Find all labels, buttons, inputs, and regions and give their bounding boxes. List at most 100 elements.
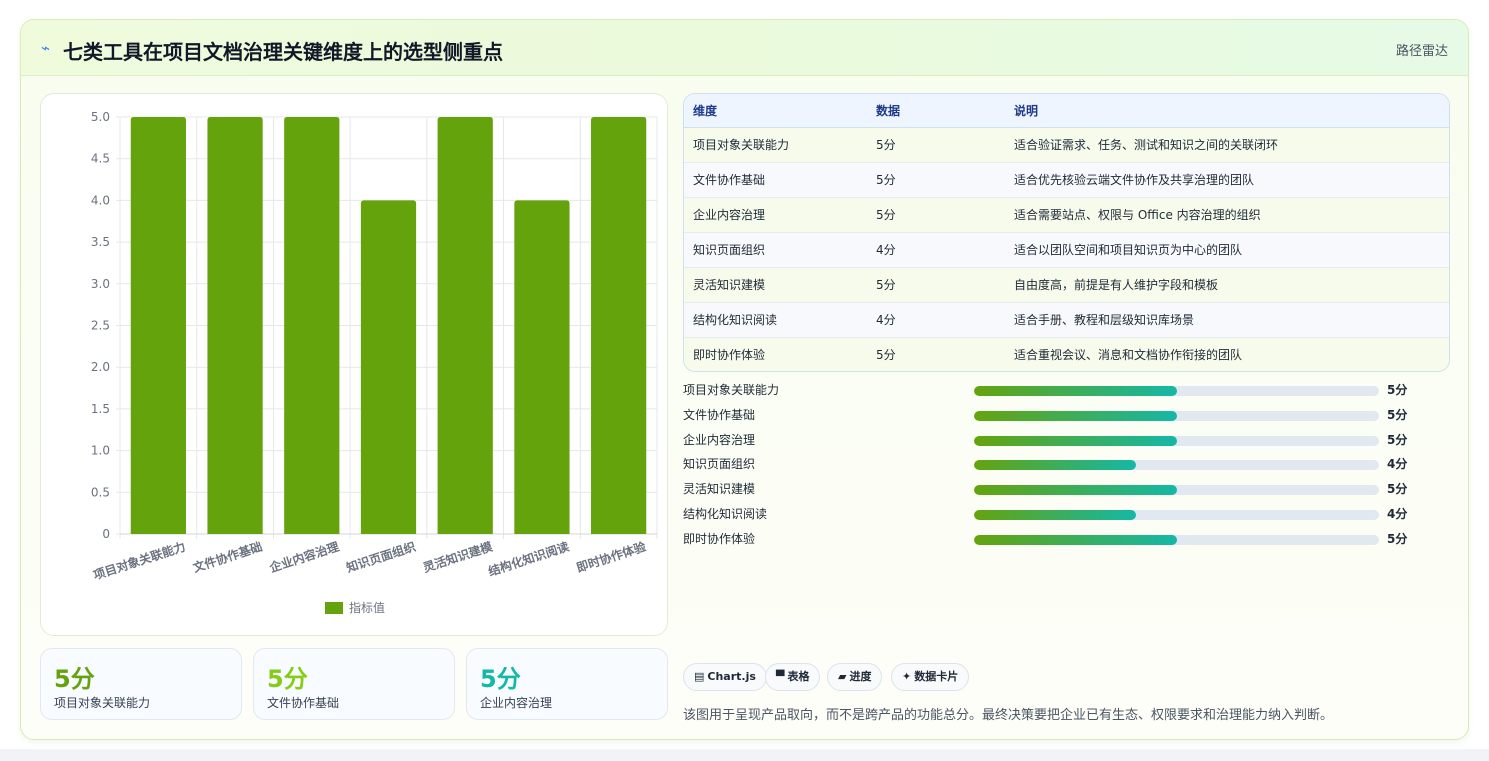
progress-fill (974, 534, 1177, 545)
data-table: 维度 数据 说明 项目对象关联能力 5分 适合验证需求、任务、测试和知识之间的关… (683, 93, 1450, 372)
tag-label: 数据卡片 (914, 670, 959, 683)
stat-card-3: 5分 企业内容治理 (466, 648, 668, 720)
sparkle-icon: ✦ (902, 670, 912, 683)
y-tick-label: 0.5 (91, 485, 110, 499)
progress-track (974, 435, 1379, 446)
card-header: ⌁ 七类工具在项目文档治理关键维度上的选型侧重点 路径雷达 (21, 20, 1468, 76)
progress-list: 项目对象关联能力 5分 文件协作基础 5分 企业内容治理 5分 知识页面组织 4… (683, 382, 1450, 556)
table-icon: ▀ (776, 670, 785, 683)
stat-value: 5分 (54, 665, 95, 693)
table-cell: 5分 (876, 348, 896, 363)
tag-data-card[interactable]: ✦ 数据卡片 (891, 663, 970, 691)
table-cell: 结构化知识阅读 (693, 313, 778, 327)
table-cell: 适合验证需求、任务、测试和知识之间的关联闭环 (1014, 138, 1279, 152)
progress-track (974, 460, 1379, 471)
bar (207, 117, 263, 534)
progress-row: 结构化知识阅读 4分 (683, 506, 1450, 531)
table-row: 企业内容治理 5分 适合需要站点、权限与 Office 内容治理的组织 (684, 197, 1449, 232)
table-cell: 5分 (876, 278, 896, 292)
bar (130, 117, 186, 534)
y-tick-label: 3.0 (91, 277, 110, 291)
footnote: 该图用于呈现产品取向，而不是跨产品的功能总分。最终决策要把企业已有生态、权限要求… (683, 708, 1334, 723)
bar (591, 117, 647, 534)
x-tick-label: 知识页面组织 (343, 539, 417, 576)
stat-label: 文件协作基础 (267, 696, 340, 710)
progress-value: 5分 (1387, 432, 1408, 447)
table-cell: 适合重视会议、消息和文档协作衔接的团队 (1014, 348, 1243, 363)
bar-chart: 0 0.5 1.0 1.5 2.0 2.5 3.0 3.5 4.0 4.5 5.0 项目对象关联能力文… (91, 110, 658, 615)
table-cell: 适合手册、教程和层级知识库场景 (1014, 313, 1195, 327)
table-row: 即时协作体验 5分 适合重视会议、消息和文档协作衔接的团队 (684, 337, 1449, 371)
column-header-description: 说明 (1005, 94, 1449, 128)
progress-label: 企业内容治理 (683, 432, 756, 447)
header-tag: 路径雷达 (1395, 44, 1448, 59)
tag-progress[interactable]: ▰ 进度 (827, 663, 883, 691)
stat-value: 5分 (480, 665, 521, 693)
y-tick-label: 0 (102, 527, 110, 541)
table-cell: 适合以团队空间和项目知识页为中心的团队 (1014, 243, 1243, 257)
table-row: 知识页面组织 4分 适合以团队空间和项目知识页为中心的团队 (684, 232, 1449, 267)
legend-swatch (325, 602, 343, 614)
progress-row: 企业内容治理 5分 (683, 432, 1450, 457)
progress-row: 文件协作基础 5分 (683, 407, 1450, 432)
y-tick-label: 4.0 (91, 193, 110, 207)
main-card: ⌁ 七类工具在项目文档治理关键维度上的选型侧重点 路径雷达 0 0.5 1.0 1.5… (20, 19, 1469, 740)
table-row: 结构化知识阅读 4分 适合手册、教程和层级知识库场景 (684, 302, 1449, 337)
progress-value: 4分 (1387, 457, 1408, 472)
progress-label: 即时协作体验 (683, 531, 756, 546)
progress-row: 项目对象关联能力 5分 (683, 382, 1450, 407)
y-tick-label: 1.0 (91, 444, 110, 458)
table-cell: 5分 (876, 138, 896, 152)
page-title: 七类工具在项目文档治理关键维度上的选型侧重点 (63, 40, 503, 64)
legend-label: 指标值 (349, 600, 385, 615)
bar (284, 117, 340, 534)
stat-card-1: 5分 项目对象关联能力 (40, 648, 242, 720)
progress-label: 项目对象关联能力 (683, 383, 780, 397)
table-cell: 灵活知识建模 (693, 278, 766, 292)
progress-track (974, 386, 1379, 396)
bar (514, 200, 570, 534)
stat-label: 项目对象关联能力 (54, 696, 151, 710)
progress-label: 知识页面组织 (683, 457, 756, 472)
pulse-icon: ⌁ (41, 39, 51, 57)
progress-track (974, 485, 1379, 496)
x-tick-label: 结构化知识阅读 (486, 539, 571, 579)
bar (437, 117, 493, 534)
bar-chart-panel: 0 0.5 1.0 1.5 2.0 2.5 3.0 3.5 4.0 4.5 5.0 项目对象关联能力文… (40, 93, 668, 636)
progress-label: 结构化知识阅读 (683, 506, 768, 521)
progress-fill (974, 435, 1177, 446)
progress-fill (974, 485, 1177, 496)
progress-fill (974, 410, 1177, 421)
y-tick-label: 2.0 (91, 360, 110, 374)
progress-icon: ▰ (838, 670, 847, 683)
y-tick-label: 4.5 (91, 152, 110, 166)
progress-value: 4分 (1387, 506, 1408, 521)
progress-value: 5分 (1387, 407, 1408, 422)
column-header-data: 数据 (867, 94, 1005, 128)
tag-label: Chart.js (707, 670, 756, 683)
progress-label: 文件协作基础 (683, 407, 756, 422)
stat-label: 企业内容治理 (480, 696, 553, 710)
table-cell: 4分 (876, 313, 896, 327)
table-cell: 知识页面组织 (693, 243, 766, 257)
table-row: 灵活知识建模 5分 自由度高，前提是有人维护字段和模板 (684, 267, 1449, 302)
table-header-row: 维度 数据 说明 (684, 94, 1449, 128)
progress-fill (974, 386, 1177, 396)
table-row: 文件协作基础 5分 适合优先核验云端文件协作及共享治理的团队 (684, 162, 1449, 197)
tag-table[interactable]: ▀ 表格 (765, 663, 821, 691)
table-cell: 文件协作基础 (693, 173, 766, 187)
table-cell: 项目对象关联能力 (693, 138, 790, 152)
table-cell: 4分 (876, 243, 896, 257)
tag-chartjs[interactable]: ▤ Chart.js (683, 663, 767, 691)
table-cell: 即时协作体验 (693, 348, 766, 363)
progress-row: 灵活知识建模 5分 (683, 481, 1450, 506)
table-row: 项目对象关联能力 5分 适合验证需求、任务、测试和知识之间的关联闭环 (684, 127, 1449, 162)
column-header-dimension: 维度 (684, 94, 867, 128)
stat-card-2: 5分 文件协作基础 (253, 648, 455, 720)
y-tick-label: 2.5 (91, 319, 110, 333)
progress-track (974, 410, 1379, 421)
table-cell: 5分 (876, 208, 896, 222)
table-cell: 自由度高，前提是有人维护字段和模板 (1014, 278, 1219, 292)
bar (360, 200, 417, 534)
table-cell: 5分 (876, 173, 896, 187)
